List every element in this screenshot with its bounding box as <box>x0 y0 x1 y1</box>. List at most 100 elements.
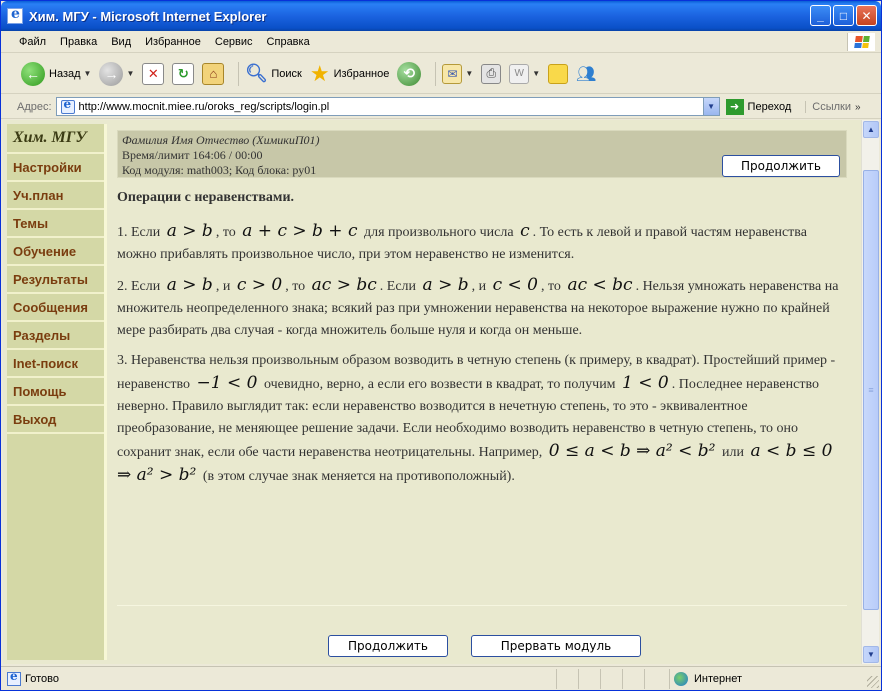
favorites-button[interactable]: ★ Избранное <box>310 61 389 87</box>
refresh-icon: ↻ <box>172 62 195 85</box>
text: (в этом случае знак меняется на противоп… <box>202 469 515 484</box>
search-icon: 🔍︎ <box>244 63 268 83</box>
sidebar-item-learning[interactable]: Обучение <box>7 238 104 266</box>
sidebar-item-help[interactable]: Помощь <box>7 378 104 406</box>
text: 2. Если <box>117 279 161 294</box>
formula: −1 < 0 <box>196 373 258 393</box>
menu-edit[interactable]: Правка <box>60 36 97 48</box>
status-bar: Готово Интернет <box>1 666 881 690</box>
continue-button[interactable]: Продолжить <box>328 635 448 657</box>
text: для произвольного числа <box>363 225 514 240</box>
history-icon: ⟲ <box>397 61 422 86</box>
go-arrow-icon: ➜ <box>725 98 744 115</box>
sidebar-item-exit[interactable]: Выход <box>7 406 104 434</box>
formula: c > 0 <box>236 275 283 295</box>
sidebar-item-messages[interactable]: Сообщения <box>7 294 104 322</box>
text: , то <box>215 225 236 240</box>
vertical-scrollbar[interactable]: ▲ ≡ ▼ <box>861 120 879 664</box>
maximize-button[interactable]: □ <box>833 5 854 26</box>
paragraph-1: 1. Если a > b, то a + c > b + c для прои… <box>117 220 847 266</box>
search-button[interactable]: 🔍︎ Поиск <box>244 63 302 85</box>
scroll-down-icon[interactable]: ▼ <box>863 646 879 663</box>
toolbar-separator <box>435 61 437 86</box>
links-label: Ссылки <box>812 100 851 113</box>
mail-dropdown-icon[interactable]: ▼ <box>465 69 473 78</box>
continue-button-top[interactable]: Продолжить <box>722 155 840 177</box>
stop-button[interactable]: ✕ <box>142 62 165 85</box>
zone-label: Интернет <box>694 673 742 685</box>
status-cell <box>578 669 600 689</box>
formula: 0 ≤ a < b ⇒ a² < b² <box>548 441 716 461</box>
messenger-icon: 👥︎ <box>576 65 597 83</box>
lesson-heading: Операции с неравенствами. <box>117 190 295 205</box>
resize-grip-icon[interactable] <box>867 676 879 688</box>
text: . Если <box>379 279 417 294</box>
refresh-button[interactable]: ↻ <box>172 62 195 85</box>
back-dropdown-icon[interactable]: ▼ <box>84 69 92 78</box>
status-cell <box>600 669 622 689</box>
go-button[interactable]: ➜ Переход <box>725 98 791 115</box>
note-icon <box>548 63 569 84</box>
session-info: Фамилия Имя Отчество (ХимикиП01) Время/л… <box>117 130 847 178</box>
menu-bar: Файл Правка Вид Избранное Сервис Справка <box>1 31 881 53</box>
print-button[interactable]: ⎙ <box>481 63 502 84</box>
sidebar-item-topics[interactable]: Темы <box>7 210 104 238</box>
mail-button[interactable]: ✉ ▼ <box>442 63 473 84</box>
text: или <box>721 445 744 460</box>
address-label: Адрес: <box>17 100 52 113</box>
status-cells <box>556 669 666 689</box>
page-status-icon <box>7 669 21 686</box>
status-text: Готово <box>25 672 59 685</box>
sidebar-item-sections[interactable]: Разделы <box>7 322 104 350</box>
scroll-thumb[interactable]: ≡ <box>863 170 879 610</box>
favorites-label: Избранное <box>333 67 390 80</box>
edit-button[interactable]: W ▼ <box>509 63 540 84</box>
sidebar-item-inet-search[interactable]: Inet-поиск <box>7 350 104 378</box>
windows-logo-icon <box>847 33 875 51</box>
history-button[interactable]: ⟲ <box>397 61 422 86</box>
back-arrow-icon: ← <box>21 61 45 86</box>
paragraph-3: 3. Неравенства нельзя произвольным образ… <box>117 350 847 488</box>
toolbar-separator <box>238 61 240 86</box>
star-icon: ★ <box>309 60 330 86</box>
formula: a > b <box>422 275 469 295</box>
address-url[interactable]: http://www.mocnit.miee.ru/oroks_reg/scri… <box>79 101 330 113</box>
menu-tools[interactable]: Сервис <box>215 36 253 48</box>
forward-button[interactable]: → ▼ <box>99 61 134 86</box>
forward-dropdown-icon[interactable]: ▼ <box>126 69 134 78</box>
formula: a + c > b + c <box>242 221 358 241</box>
sidebar-item-plan[interactable]: Уч.план <box>7 182 104 210</box>
back-button[interactable]: ← Назад ▼ <box>21 61 92 86</box>
security-zone: Интернет <box>669 669 742 689</box>
home-button[interactable]: ⌂ <box>202 62 225 85</box>
sidebar-item-results[interactable]: Результаты <box>7 266 104 294</box>
toolbar: ← Назад ▼ → ▼ ✕ ↻ ⌂ 🔍︎ Поиск ★ Избранное… <box>1 54 881 94</box>
page-content: Хим. МГУ Настройки Уч.план Темы Обучение… <box>3 120 861 664</box>
address-input[interactable]: http://www.mocnit.miee.ru/oroks_reg/scri… <box>55 97 720 116</box>
abort-module-button[interactable]: Прервать модуль <box>471 635 641 657</box>
mail-icon: ✉ <box>442 63 463 84</box>
sidebar-item-settings[interactable]: Настройки <box>7 154 104 182</box>
formula: a > b <box>166 221 213 241</box>
menu-file[interactable]: Файл <box>19 36 46 48</box>
menu-favorites[interactable]: Избранное <box>145 36 201 48</box>
menu-view[interactable]: Вид <box>111 36 131 48</box>
close-button[interactable]: ✕ <box>856 5 877 26</box>
links-toolbar[interactable]: Ссылки» <box>805 100 861 113</box>
formula: ac > bc <box>311 275 377 295</box>
title-bar[interactable]: Хим. МГУ - Microsoft Internet Explorer _… <box>1 1 881 31</box>
minimize-button[interactable]: _ <box>810 5 831 26</box>
discuss-button[interactable] <box>548 63 569 84</box>
messenger-button[interactable]: 👥︎ <box>576 64 596 84</box>
scroll-up-icon[interactable]: ▲ <box>863 121 879 138</box>
word-icon: W <box>509 63 530 84</box>
search-label: Поиск <box>271 67 302 80</box>
formula: c < 0 <box>492 275 538 295</box>
formula: c <box>520 221 530 241</box>
globe-icon <box>674 672 688 686</box>
forward-arrow-icon: → <box>99 61 124 86</box>
edit-dropdown-icon[interactable]: ▼ <box>532 69 540 78</box>
menu-help[interactable]: Справка <box>267 36 310 48</box>
text: , то <box>285 279 306 294</box>
address-dropdown-icon[interactable]: ▼ <box>702 98 719 115</box>
